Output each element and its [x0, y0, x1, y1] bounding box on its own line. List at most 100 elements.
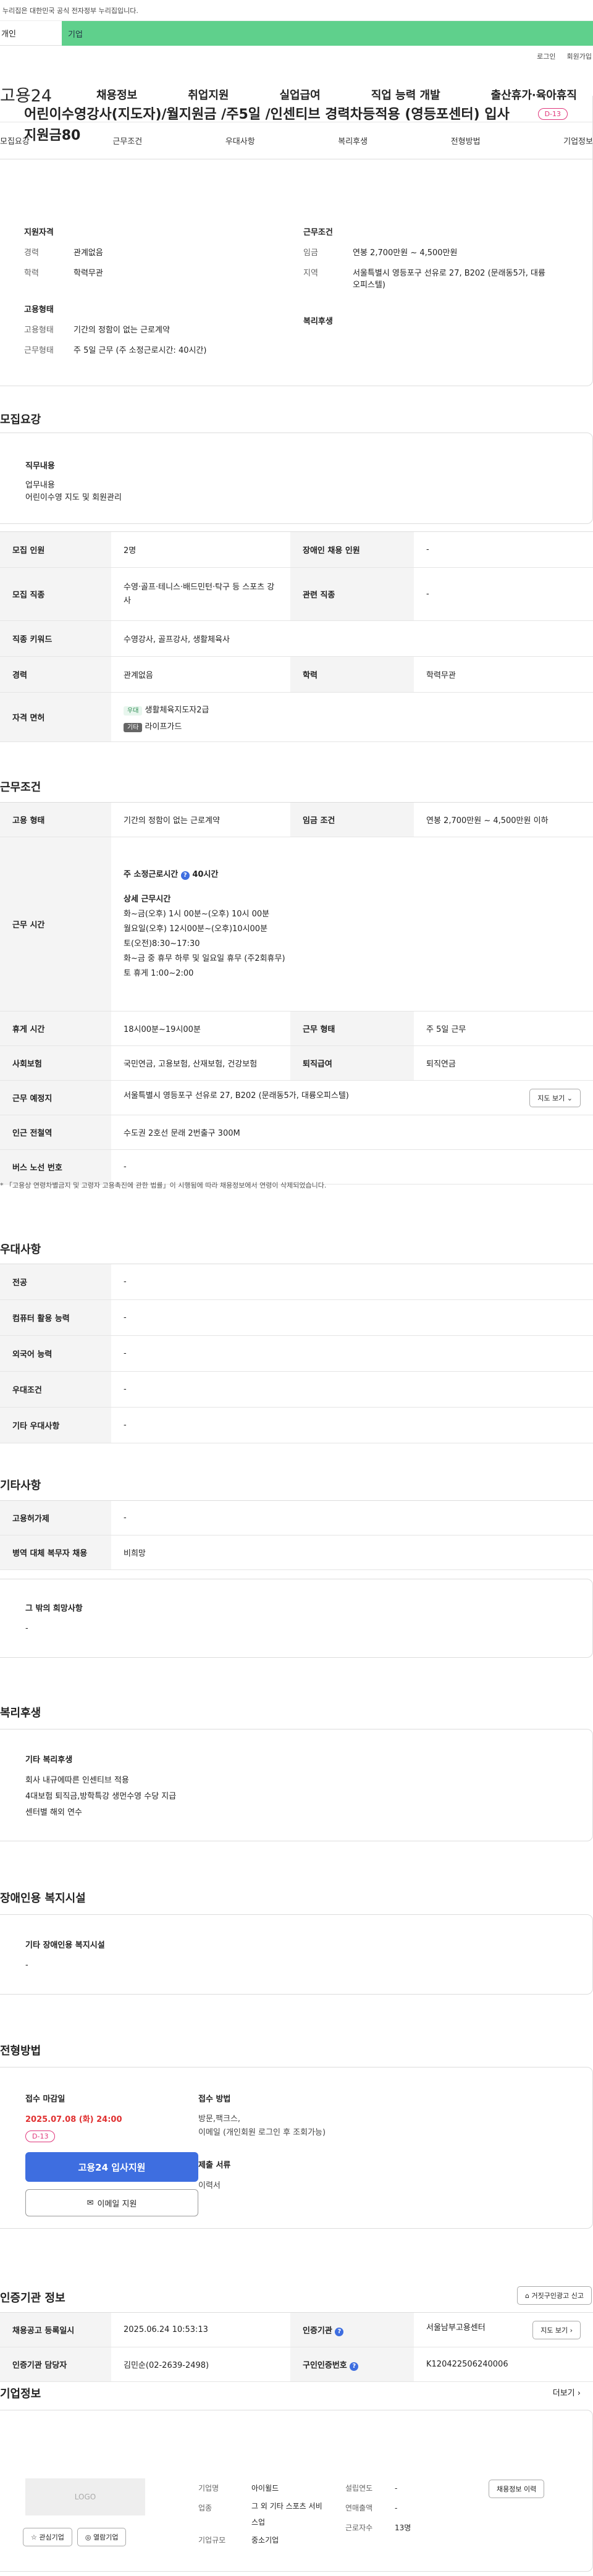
welfare-line: 4대보험 퇴직금,방학특강 생먼수영 수당 지급: [25, 1792, 177, 1801]
email-apply-button[interactable]: ✉ 이메일 지원: [25, 2189, 198, 2216]
career-value: 관계없음: [74, 248, 103, 258]
agency-value-cell: 서울남부고용센터 지도 보기 ›: [414, 2312, 593, 2347]
login-link[interactable]: 로그인: [537, 51, 555, 61]
duty-heading: 직무내용: [25, 462, 55, 471]
cell-value: -: [111, 1500, 593, 1535]
tab-personal[interactable]: 개인: [0, 21, 62, 46]
edu-label: 학력: [24, 269, 39, 278]
company-size-value: 중소기업: [251, 2536, 279, 2544]
report-button[interactable]: ⌂ 거짓구인광고 신고: [517, 2286, 592, 2305]
chevron-right-icon: ›: [570, 2326, 573, 2334]
detail-hours-heading: 상세 근무시간: [124, 894, 171, 904]
cert-label-cell: 구인인증번호 ?: [290, 2347, 414, 2382]
help-icon[interactable]: ?: [335, 2327, 344, 2336]
viewed-label: 열람기업: [93, 2533, 119, 2541]
tab-company[interactable]: 기업: [62, 21, 593, 46]
apply-button[interactable]: 고용24 입사지원: [25, 2152, 198, 2182]
agency-label: 인증기관: [303, 2326, 332, 2336]
viewed-company-button[interactable]: ◎ 열람기업: [77, 2528, 127, 2546]
cell-label: 외국어 능력: [0, 1335, 111, 1372]
wage-label: 임금: [303, 248, 318, 258]
cell-value: -: [111, 1335, 593, 1372]
welfare-heading-summary: 복리후생: [303, 317, 333, 326]
founded-value: -: [395, 2484, 398, 2493]
qualification-heading: 지원자격: [24, 228, 54, 237]
home-icon: ⌂: [525, 2292, 530, 2300]
welfare-heading: 복리후생: [0, 1707, 41, 1720]
cell-value: 2025.06.24 10:53:13: [111, 2312, 290, 2347]
company-size-label: 기업규모: [198, 2536, 226, 2544]
recruit-history-button[interactable]: 채용정보 이력: [489, 2480, 545, 2498]
work-place-cell: 서울특별시 영등포구 선유로 27, B202 (문래동5가, 대륭오피스텔) 지…: [111, 1080, 593, 1115]
cell-label: 고용허가제: [0, 1500, 111, 1535]
disabled-facility-box-heading: 기타 장애인용 복지시설: [25, 1941, 105, 1950]
deadline-heading: 접수 마감일: [25, 2095, 65, 2104]
recruit-table: 모집 인원 2명 장애인 채용 인원 - 모집 직종 수영·골프·테니스·배드민턴·탁구…: [0, 531, 593, 742]
cell-value: 연봉 2,700만원 ~ 4,500만원 이하: [414, 802, 593, 837]
license-tag: 기타: [124, 722, 143, 732]
cell-label: 모집 직종: [0, 567, 111, 621]
chevron-down-icon: ⌄: [566, 1094, 573, 1102]
method-line: 이메일 (개인회원 로그인 후 조회가능): [198, 2128, 326, 2137]
sales-label: 연매출액: [345, 2504, 373, 2512]
disabled-facility-box: 기타 장애인용 복지시설 -: [0, 1914, 593, 1995]
docs-heading: 제출 서류: [198, 2161, 231, 2170]
cell-label: 근무 형태: [290, 1011, 414, 1046]
week-hours-value: 40시간: [192, 869, 219, 879]
mail-icon: ✉: [86, 2198, 94, 2208]
agency-map-button[interactable]: 지도 보기 ›: [532, 2320, 581, 2339]
cell-label: 버스 노선 번호: [0, 1149, 111, 1185]
star-icon: ☆: [31, 2533, 37, 2541]
help-icon[interactable]: ?: [180, 871, 190, 880]
time-line: 월요일(오후) 12시00분~(오후)10시00분: [124, 924, 268, 934]
cell-label: 고용 형태: [0, 802, 111, 837]
work-place-value: 서울특별시 영등포구 선유로 27, B202 (문래동5가, 대륭오피스텔): [124, 1091, 349, 1100]
time-line: 화~금 중 휴무 하루 및 일요일 휴무 (주2회휴무): [124, 953, 285, 963]
map-button[interactable]: 지도 보기 ⌄: [529, 1088, 581, 1107]
cert-label: 구인인증번호: [303, 2360, 347, 2370]
gov-banner-text: 누리집은 대한민국 공식 전자정부 누리집입니다.: [2, 6, 138, 15]
cell-value: 수영·골프·테니스·배드민턴·탁구 등 스포츠 강사: [111, 567, 290, 621]
duty-line: 어린이수영 지도 및 회원관리: [25, 493, 122, 502]
conditions-table: 고용 형태 기간의 정함이 없는 근로계약 임금 조건 연봉 2,700만원 ~ 4,…: [0, 802, 593, 1185]
cell-value: 관계없음: [111, 656, 290, 693]
employees-label: 근로자수: [345, 2523, 373, 2532]
favorite-company-button[interactable]: ☆ 관심기업: [23, 2528, 72, 2546]
disabled-facility-value: -: [25, 1961, 28, 1970]
welfare-box-heading: 기타 복리후생: [25, 1755, 73, 1765]
license-list: 우대 생활체육지도자2급 기타 라이프가드: [111, 692, 593, 742]
duty-box: 직무내용 업무내용 어린이수영 지도 및 회원관리: [0, 433, 593, 524]
docs-value: 이력서: [198, 2181, 221, 2190]
more-link[interactable]: 더보기 ›: [553, 2386, 581, 2398]
agency-heading: 인증기관 정보: [0, 2292, 65, 2305]
cell-value: 수도권 2호선 문래 2번출구 300M: [111, 1115, 593, 1150]
week-hours-label: 주 소정근로시간: [124, 869, 179, 879]
cell-value: -: [111, 1264, 593, 1300]
age-notice: * 「고용상 연령차별금지 및 고령자 고용촉진에 관한 법률」이 시행됨에 따…: [0, 1181, 327, 1189]
cell-label: 근무 시간: [0, 837, 111, 1011]
cell-label: 퇴직급여: [290, 1045, 414, 1081]
disabled-facility-heading: 장애인용 복지시설: [0, 1892, 86, 1905]
process-box: 접수 마감일 2025.07.08 (화) 24:00 D-13 고용24 입사…: [0, 2067, 593, 2229]
preference-heading: 우대사항: [0, 1243, 41, 1256]
report-button-label: 거짓구인광고 신고: [531, 2292, 584, 2300]
agency-label-cell: 인증기관 ?: [290, 2312, 414, 2347]
company-heading: 기업정보: [0, 2388, 41, 2401]
cell-value: 2명: [111, 531, 290, 568]
industry-label: 업종: [198, 2504, 212, 2512]
welfare-line: 센터별 해외 연수: [25, 1808, 82, 1817]
cell-value: -: [111, 1407, 593, 1443]
etc-heading: 기타사항: [0, 1479, 41, 1492]
method-heading: 접수 방법: [198, 2095, 231, 2104]
cell-value: 수영강사, 골프강사, 생활체육사: [111, 620, 593, 657]
signup-link[interactable]: 회원가입: [567, 51, 592, 61]
cell-value: 김민순(02-2639-2498): [111, 2347, 290, 2382]
etc-table: 고용허가제 - 병역 대체 복무자 채용 비희망: [0, 1500, 593, 1570]
deadline-value: 2025.07.08 (화) 24:00: [25, 2115, 122, 2124]
agency-map-label: 지도 보기: [540, 2326, 568, 2334]
help-icon[interactable]: ?: [350, 2362, 359, 2371]
cell-value: 비희망: [111, 1535, 593, 1570]
other-wish-box: 그 밖의 희망사항 -: [0, 1579, 593, 1658]
job-summary-card: 어린이수영강사(지도자)/월지원금 /주5일 /인센티브 경력차등적용 (영등포…: [0, 96, 593, 386]
cell-label: 컴퓨터 활용 능력: [0, 1299, 111, 1336]
